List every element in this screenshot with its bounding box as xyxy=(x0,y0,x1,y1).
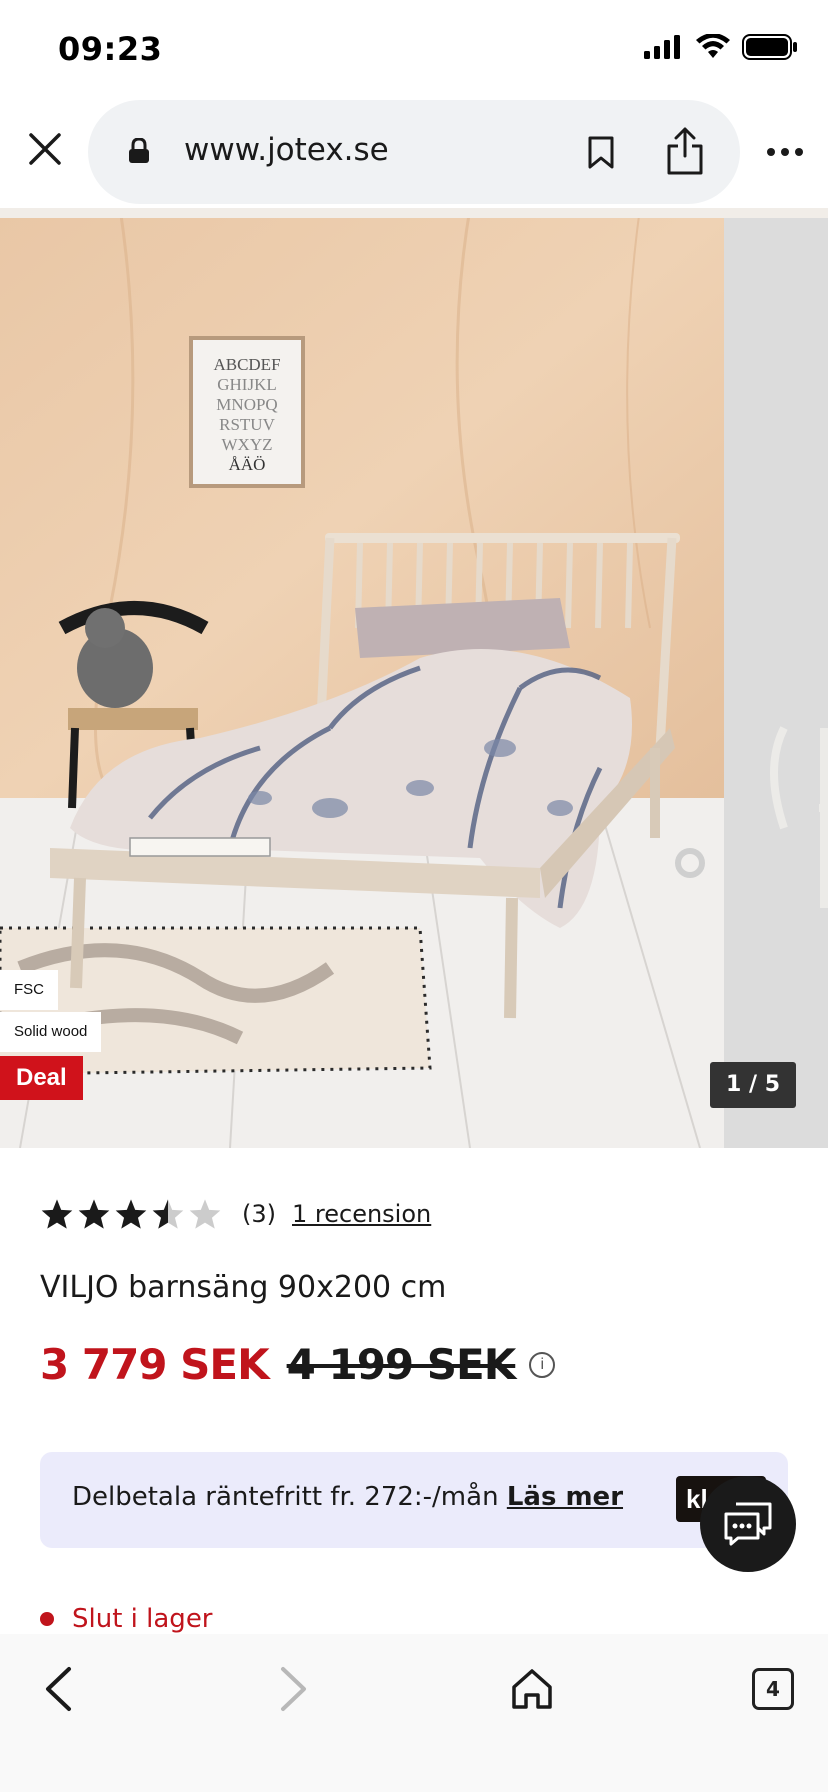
stock-status: Slut i lager xyxy=(40,1604,213,1634)
star-icon xyxy=(78,1199,110,1229)
rating-count: (3) xyxy=(242,1200,276,1228)
lock-icon xyxy=(128,137,150,169)
battery-icon xyxy=(742,34,798,65)
tabs-button[interactable]: 4 xyxy=(752,1668,794,1710)
close-tab-button[interactable] xyxy=(22,126,68,172)
status-icons xyxy=(644,33,798,65)
star-icon xyxy=(41,1199,73,1229)
poster-line: RSTUV xyxy=(219,415,275,434)
rating-row[interactable]: (3) 1 recension xyxy=(40,1198,431,1230)
original-price: 4 199 SEK xyxy=(286,1340,517,1389)
next-slide-preview[interactable] xyxy=(724,208,828,1148)
more-options-button[interactable] xyxy=(760,132,810,172)
star-rating xyxy=(40,1198,222,1230)
poster-line: ABCDEF xyxy=(213,355,280,374)
home-button[interactable] xyxy=(506,1660,558,1718)
status-time: 09:23 xyxy=(58,30,163,68)
installment-text: Delbetala räntefritt fr. 272:-/mån Läs m… xyxy=(72,1482,623,1512)
fsc-badge: FSC xyxy=(0,970,58,1010)
poster-line: GHIJKL xyxy=(217,375,277,394)
poster-line: ÅÄÖ xyxy=(229,455,266,474)
product-image-gallery[interactable]: ABCDEF GHIJKL MNOPQ RSTUV WXYZ ÅÄÖ FSC S… xyxy=(0,208,828,1148)
next-product-photo xyxy=(724,208,828,1148)
chat-icon xyxy=(724,1502,772,1546)
browser-address-bar: www.jotex.se xyxy=(0,96,828,208)
back-icon xyxy=(46,1667,71,1711)
back-button[interactable] xyxy=(36,1660,80,1718)
home-icon xyxy=(512,1669,552,1709)
gallery-top-edge xyxy=(0,208,828,218)
bookmark-icon xyxy=(588,136,614,169)
current-price: 3 779 SEK xyxy=(40,1340,270,1389)
chat-button[interactable] xyxy=(700,1476,796,1572)
empty-star-icon xyxy=(189,1199,221,1229)
product-photo: ABCDEF GHIJKL MNOPQ RSTUV WXYZ ÅÄÖ xyxy=(0,208,724,1148)
forward-icon xyxy=(281,1667,306,1711)
more-icon xyxy=(767,148,803,156)
solid-wood-badge: Solid wood xyxy=(0,1012,102,1052)
signal-icon xyxy=(644,35,684,64)
browser-toolbar: 4 xyxy=(0,1634,828,1792)
price-row: 3 779 SEK 4 199 SEK i xyxy=(40,1340,556,1389)
half-star-icon xyxy=(152,1199,184,1229)
price-info-icon[interactable]: i xyxy=(529,1351,556,1378)
deal-badge: Deal xyxy=(0,1056,83,1100)
close-icon xyxy=(29,133,61,165)
image-counter: 1 / 5 xyxy=(710,1062,796,1108)
status-bar: 09:23 xyxy=(0,0,828,100)
star-icon xyxy=(115,1199,147,1229)
share-button[interactable] xyxy=(660,122,710,180)
url-text: www.jotex.se xyxy=(184,132,389,168)
installment-banner: Delbetala räntefritt fr. 272:-/mån Läs m… xyxy=(40,1452,788,1548)
stock-dot-icon xyxy=(40,1612,54,1626)
read-more-link[interactable]: Läs mer xyxy=(507,1482,623,1512)
poster-line: WXYZ xyxy=(222,435,273,454)
forward-button[interactable] xyxy=(272,1660,316,1718)
url-field[interactable]: www.jotex.se xyxy=(88,100,740,204)
product-title: VILJO barnsäng 90x200 cm xyxy=(40,1270,447,1305)
poster-line: MNOPQ xyxy=(216,395,277,414)
bookmark-button[interactable] xyxy=(578,128,624,178)
share-icon xyxy=(667,127,703,175)
installment-label: Delbetala räntefritt fr. 272:-/mån xyxy=(72,1482,507,1512)
review-link[interactable]: 1 recension xyxy=(292,1200,431,1228)
wifi-icon xyxy=(696,33,730,65)
stock-status-text: Slut i lager xyxy=(72,1604,213,1634)
